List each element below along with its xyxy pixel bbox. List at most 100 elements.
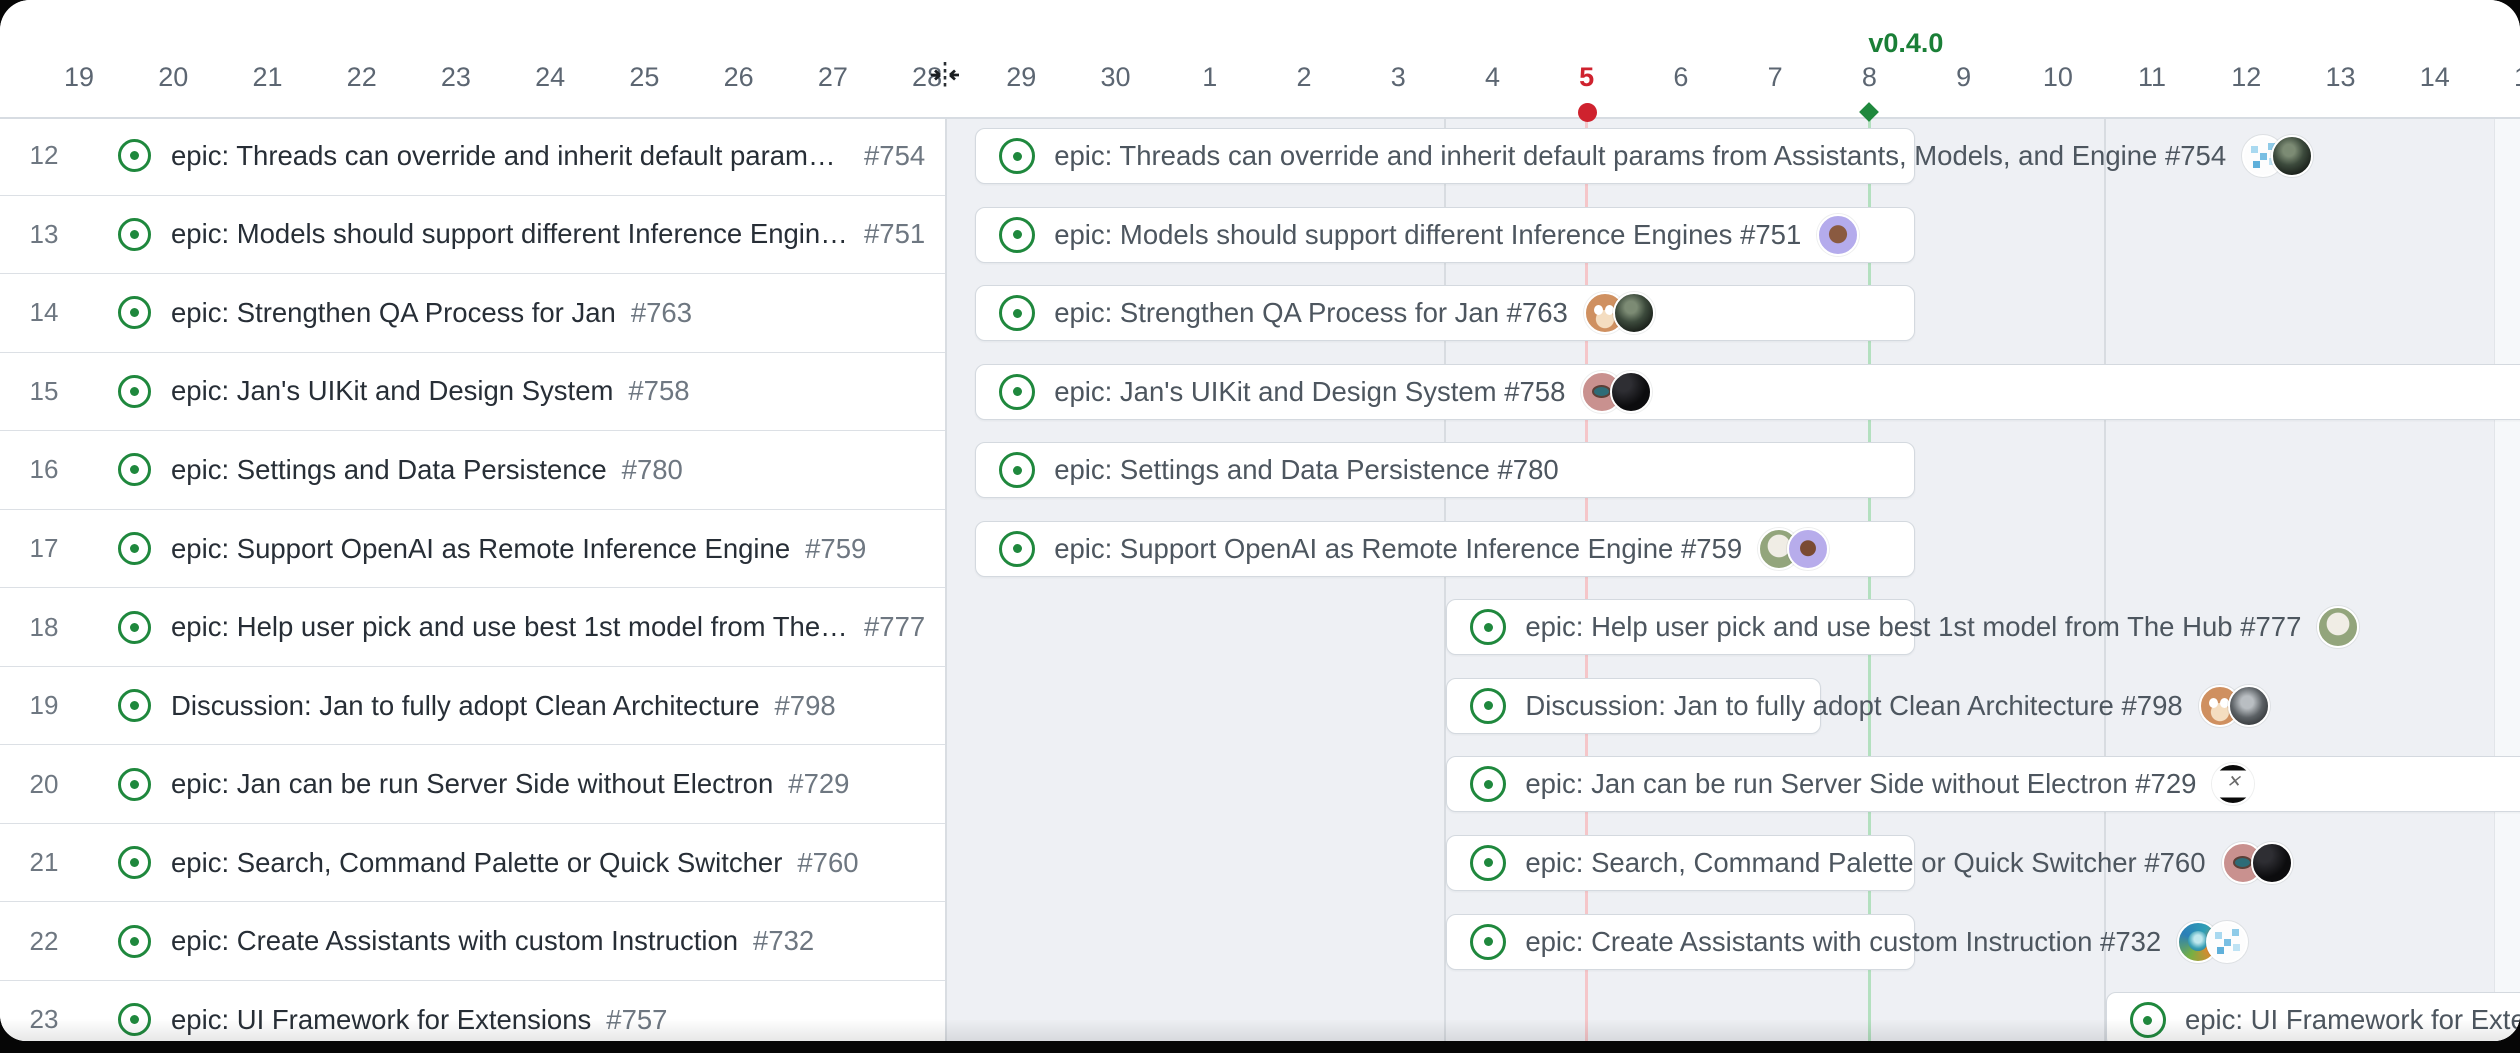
issue-bar-content[interactable]: epic: Settings and Data Persistence #780 — [999, 442, 1558, 498]
issue-bar-content[interactable]: Discussion: Jan to fully adopt Clean Arc… — [1470, 678, 2269, 734]
issue-title[interactable]: epic: Jan's UIKit and Design System — [171, 375, 613, 407]
open-issue-icon — [118, 375, 151, 408]
issue-row[interactable]: 21epic: Search, Command Palette or Quick… — [0, 824, 945, 903]
issue-bar-content[interactable]: epic: UI Framework for Extensions #757 — [2130, 992, 2520, 1041]
issue-title[interactable]: epic: Support OpenAI as Remote Inference… — [171, 533, 790, 565]
issue-title[interactable]: epic: Settings and Data Persistence — [171, 454, 607, 486]
issue-bar-content[interactable]: epic: Strengthen QA Process for Jan #763 — [999, 285, 1655, 341]
issue-number: #759 — [805, 533, 866, 565]
issue-number: #757 — [606, 1004, 667, 1036]
date-cell: 15 — [2491, 62, 2520, 93]
date-cell: 8 — [1831, 62, 1907, 93]
open-issue-icon — [999, 531, 1035, 567]
issue-title[interactable]: epic: Search, Command Palette or Quick S… — [171, 847, 782, 879]
issue-title[interactable]: epic: Search, Command Palette or Quick S… — [1525, 847, 2205, 879]
date-cell: 4 — [1454, 62, 1530, 93]
issue-bar-content[interactable]: epic: Threads can override and inherit d… — [999, 128, 2313, 184]
issue-row[interactable]: 23epic: UI Framework for Extensions#757 — [0, 981, 945, 1041]
lavender-face-avatar — [1787, 528, 1829, 570]
date-cell: 5 — [1549, 62, 1625, 93]
issue-title[interactable]: epic: Settings and Data Persistence #780 — [1054, 454, 1558, 486]
open-issue-icon — [118, 768, 151, 801]
row-number: 22 — [0, 926, 88, 957]
date-cell: 6 — [1643, 62, 1719, 93]
issue-row[interactable]: 22 epic: Create Assistants with custom In… — [0, 902, 945, 981]
cat-white-avatar — [2317, 606, 2359, 648]
row-number: 14 — [0, 297, 88, 328]
issue-title[interactable]: epic: UI Framework for Extensions #757 — [2185, 1004, 2520, 1036]
issue-title[interactable]: epic: Create Assistants with custom Inst… — [1525, 926, 2161, 958]
scrollbar-gutter[interactable] — [2494, 117, 2520, 1041]
issue-row[interactable]: 19Discussion: Jan to fully adopt Clean A… — [0, 667, 945, 746]
row-number: 17 — [0, 533, 88, 564]
issue-row[interactable]: 13 epic: Models should support different … — [0, 196, 945, 275]
issue-row[interactable]: 15epic: Jan's UIKit and Design System#75… — [0, 353, 945, 432]
issue-bar-content[interactable]: epic: Search, Command Palette or Quick S… — [1470, 835, 2292, 891]
dark-photo-avatar — [2271, 135, 2313, 177]
issue-row[interactable]: 12epic: Threads can override and inherit… — [0, 117, 945, 196]
date-cell: 20 — [135, 62, 211, 93]
date-cell: 29 — [983, 62, 1059, 93]
date-cell: 21 — [229, 62, 305, 93]
open-issue-icon — [999, 138, 1035, 174]
x-sign-avatar — [2212, 763, 2254, 805]
date-cell: 9 — [1926, 62, 2002, 93]
open-issue-icon — [1470, 609, 1506, 645]
date-cell: 10 — [2020, 62, 2096, 93]
open-issue-icon — [118, 689, 151, 722]
issue-bar-content[interactable]: epic: Models should support different In… — [999, 207, 1859, 263]
issue-row[interactable]: 14 epic: Strengthen QA Process for Jan #76… — [0, 274, 945, 353]
date-cell: 3 — [1360, 62, 1436, 93]
date-cell: 24 — [512, 62, 588, 93]
issue-title[interactable]: epic: UI Framework for Extensions — [171, 1004, 591, 1036]
open-issue-icon — [1470, 924, 1506, 960]
issue-row[interactable]: 16epic: Settings and Data Persistence#78… — [0, 431, 945, 510]
issue-bar-content[interactable]: epic: Help user pick and use best 1st mo… — [1470, 599, 2359, 655]
issue-title[interactable]: epic: Help user pick and use best 1st mo… — [171, 611, 849, 643]
issue-row[interactable]: 17 epic: Support OpenAI as Remote Inferen… — [0, 510, 945, 589]
issue-title[interactable]: Discussion: Jan to fully adopt Clean Arc… — [171, 690, 760, 722]
date-cell: 1 — [1172, 62, 1248, 93]
issue-title[interactable]: epic: Strengthen QA Process for Jan #763 — [1054, 297, 1568, 329]
issue-title[interactable]: epic: Models should support different In… — [1054, 219, 1801, 251]
issue-number: #777 — [864, 611, 925, 643]
issue-number: #760 — [797, 847, 858, 879]
issue-title[interactable]: epic: Jan can be run Server Side without… — [171, 768, 773, 800]
date-cell: 26 — [701, 62, 777, 93]
date-cell: 7 — [1737, 62, 1813, 93]
open-issue-icon — [118, 296, 151, 329]
issue-bar-content[interactable]: epic: Jan can be run Server Side without… — [1470, 756, 2254, 812]
issue-number: #763 — [631, 297, 692, 329]
issue-title[interactable]: epic: Support OpenAI as Remote Inference… — [1054, 533, 1742, 565]
row-number: 18 — [0, 612, 88, 643]
black-avatar — [2251, 842, 2293, 884]
row-number: 13 — [0, 219, 88, 250]
issue-title[interactable]: epic: Help user pick and use best 1st mo… — [1525, 611, 2301, 643]
issue-bar-content[interactable]: epic: Support OpenAI as Remote Inference… — [999, 521, 1829, 577]
issue-row[interactable]: 18 epic: Help user pick and use best 1st … — [0, 588, 945, 667]
open-issue-icon — [999, 217, 1035, 253]
issue-number: #798 — [775, 690, 836, 722]
column-resize-cursor-icon[interactable] — [927, 60, 963, 90]
issue-title[interactable]: epic: Models should support different In… — [171, 218, 849, 250]
issue-bar-content[interactable]: epic: Create Assistants with custom Inst… — [1470, 914, 2248, 970]
open-issue-icon — [999, 374, 1035, 410]
open-issue-icon — [118, 925, 151, 958]
milestone-label: v0.4.0 — [1868, 28, 1943, 59]
issue-title[interactable]: epic: Create Assistants with custom Inst… — [171, 925, 738, 957]
open-issue-icon — [118, 453, 151, 486]
open-issue-icon — [118, 139, 151, 172]
date-cell: 19 — [41, 62, 117, 93]
issue-title[interactable]: epic: Jan's UIKit and Design System #758 — [1054, 376, 1565, 408]
open-issue-icon — [118, 218, 151, 251]
issue-row[interactable]: 20epic: Jan can be run Server Side witho… — [0, 745, 945, 824]
issue-title[interactable]: Discussion: Jan to fully adopt Clean Arc… — [1525, 690, 2182, 722]
issue-number: #754 — [864, 140, 925, 172]
issue-title[interactable]: epic: Threads can override and inherit d… — [1054, 140, 2226, 172]
issue-title[interactable]: epic: Strengthen QA Process for Jan — [171, 297, 616, 329]
date-cell: 11 — [2114, 62, 2190, 93]
issue-title[interactable]: epic: Threads can override and inherit d… — [171, 140, 849, 172]
issue-title[interactable]: epic: Jan can be run Server Side without… — [1525, 768, 2196, 800]
date-cell: 14 — [2397, 62, 2473, 93]
issue-bar-content[interactable]: epic: Jan's UIKit and Design System #758 — [999, 364, 1652, 420]
